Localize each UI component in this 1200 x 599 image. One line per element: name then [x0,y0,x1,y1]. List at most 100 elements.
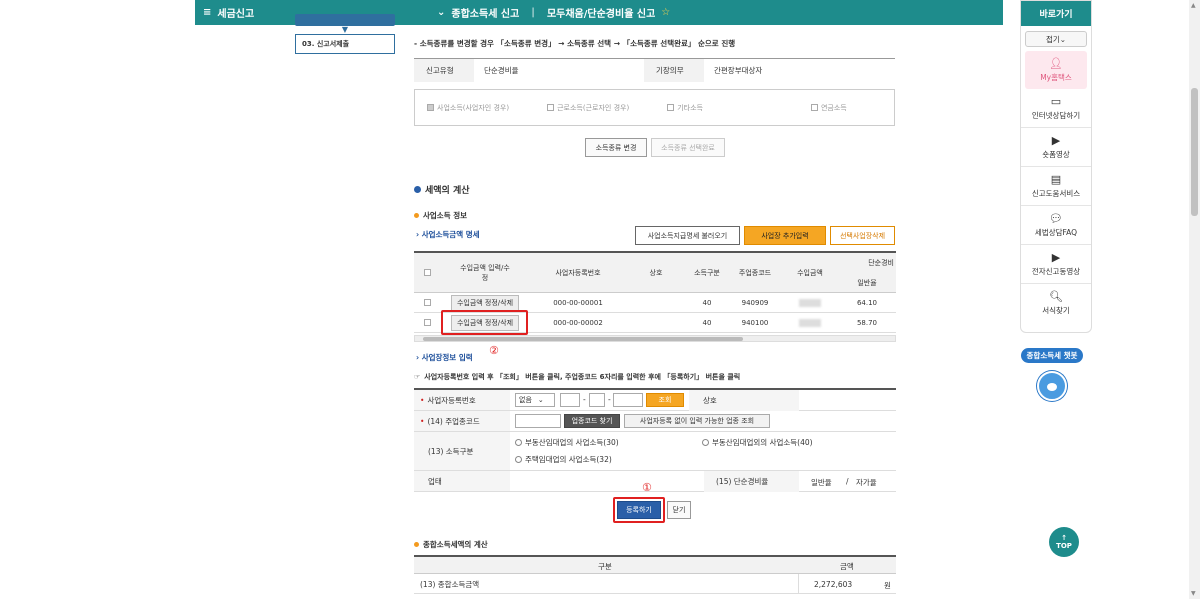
reg-no-part1-input[interactable] [560,393,580,407]
scrollbar-thumb[interactable] [423,337,743,341]
redacted-value [799,298,821,307]
find-industry-code-button[interactable]: 업종코드 찾기 [564,414,620,428]
row-checkbox[interactable] [423,299,431,306]
header-reg-no: 사업자등록번호 [555,268,601,277]
business-name-label: 상호 [689,390,799,411]
header-simple-rate: 단순경비 [868,259,894,267]
quick-link-tax-faq[interactable]: 💬︎ 세법상담FAQ [1021,206,1091,245]
person-icon: 👤︎ [1049,56,1063,70]
lookup-button[interactable]: 조회 [646,393,684,407]
income-change-notice: - 소득종류를 변경할 경우 「소득종류 변경」 → 소득종류 선택 → 「소득… [414,39,736,48]
summary-row-value: 2,272,603 [814,580,853,589]
subtitle-text: 종합소득세액의 계산 [423,540,488,549]
no-registration-industry-button[interactable]: 사업자등록 없이 입력 가능한 업종 조회 [624,414,770,428]
kind-label: (13) 소득구분 [414,432,510,470]
income-type-wage[interactable]: 근로소득(근로자인 경우) [547,103,629,113]
income-type-pension[interactable]: 연금소득 [810,103,847,113]
redacted-value [799,318,821,327]
simple-rate-label: (15) 단순경비율 [704,471,799,492]
header-name: 상호 [649,268,663,277]
kind-option-40[interactable]: 부동산임대업외의 사업소득(40) [702,437,813,448]
quick-link-form-search[interactable]: 🔍︎ 서식찾기 [1021,284,1091,323]
column-divider [798,574,799,594]
biz-info-input-link[interactable]: › 사업장정보 입력 [416,352,473,363]
name-cell [626,293,686,312]
radio-icon [515,456,522,463]
reg-type-select[interactable]: 없음 ⌄ [515,393,555,407]
rate-cell: 64.10 [856,298,878,307]
change-income-type-button[interactable]: 소득종류 변경 [585,138,647,157]
quick-link-my-hometax[interactable]: 👤︎ My홈택스 [1025,51,1087,89]
table-header: 수입금액 입력/수정 사업자등록번호 상호 소득구분 주업종코드 수입금액 단순… [414,253,896,293]
form-row-code: • (14) 주업종코드 업종코드 찾기 사업자등록 없이 입력 가능한 업종 조… [414,411,896,432]
industry-code-input[interactable] [515,414,561,428]
reg-no-part3-input[interactable] [613,393,643,407]
kind-cell: 40 [702,298,712,307]
rate-self-text: 자가율 [856,478,877,487]
radio-label: 부동산임대업외의 사업소득(40) [712,438,813,447]
chevron-down-icon: ⌄ [437,7,446,18]
quick-link-internet-consult[interactable]: ▭ 인터넷상담하기 [1021,89,1091,128]
add-workplace-button[interactable]: 사업장 추가입력 [744,226,826,245]
required-mark: • [420,416,425,426]
checkbox-label: 연금소득 [820,103,847,112]
bookkeeping-label: 기장의무 [644,59,704,82]
radio-icon [702,439,709,446]
instruction-label: 사업자등록번호 입력 후 「조회」 버튼을 클릭, 주업종코드 6자리를 입력한… [424,373,741,381]
summary-header: 구분 금액 [414,557,896,574]
income-type-business[interactable]: 사업소득(사업자인 경우) [427,103,509,113]
dash-separator: - [608,395,611,404]
dash-separator: - [583,395,586,404]
chatbot-mascot-icon [1037,371,1067,401]
checkbox-icon [667,104,675,111]
quick-link-e-filing-video[interactable]: ▶ 전자신고동영상 [1021,245,1091,284]
bookkeeping-value: 간편장부대상자 [714,66,763,75]
laptop-icon: ▭ [1050,94,1062,108]
reg-no-part2-input[interactable] [589,393,605,407]
workplace-input-form: • 사업자등록번호 없음 ⌄ - - 조회 상호 • (14) 주업종코드 업종코드 … [414,388,896,492]
scroll-up-arrow-icon[interactable]: ▲ [1191,2,1196,9]
scrollbar-thumb[interactable] [1191,88,1198,216]
quick-link-label: My홈택스 [1040,72,1072,82]
chatbot-widget[interactable]: 종합소득세 챗봇 [1012,348,1092,401]
close-button[interactable]: 닫기 [667,501,691,519]
checkbox-icon [547,104,555,111]
table-horizontal-scrollbar[interactable] [414,335,896,342]
quick-link-filing-help[interactable]: ▤ 신고도움서비스 [1021,167,1091,206]
load-payment-statement-button[interactable]: 사업소득지급명세 불러오기 [635,226,740,245]
form-row-kind: (13) 소득구분 부동산임대업의 사업소득(30) 부동산임대업외의 사업소득… [414,432,896,471]
select-all-checkbox[interactable] [423,269,431,276]
breadcrumb-item-simple-filing[interactable]: 모두채움/단순경비율 신고 ☆ [535,0,682,25]
star-icon[interactable]: ☆ [661,7,670,18]
down-arrow-icon: ▼ [341,25,349,34]
income-type-other[interactable]: 기타소득 [667,103,703,113]
quick-link-label: 숏폼영상 [1042,149,1070,159]
complete-income-type-button[interactable]: 소득종류 선택완료 [651,138,725,157]
section-title-text: 세액의 계산 [425,186,470,196]
quick-link-shortform[interactable]: ▶ 숏폼영상 [1021,128,1091,167]
scroll-to-top-button[interactable]: ↑ TOP [1049,527,1079,557]
biz-amount-detail-link[interactable]: › 사업소득금액 명세 [416,229,480,240]
chat-icon: 💬︎ [1049,211,1063,225]
chatbot-label: 종합소득세 챗봇 [1020,348,1084,363]
row-checkbox-cell [414,313,440,332]
radio-icon [515,439,522,446]
code-cell: 940909 [741,298,769,307]
header-code: 주업종코드 [738,268,772,277]
breadcrumb-item-income-tax[interactable]: ⌄ 종합소득세 신고 [425,0,531,25]
edit-income-button[interactable]: 수입금액 정정/삭제 [450,294,520,311]
search-icon: 🔍︎ [1049,290,1063,303]
kind-option-32[interactable]: 주택임대업의 사업소득(32) [515,454,612,465]
kind-cell: 40 [702,318,712,327]
kind-option-30[interactable]: 부동산임대업의 사업소득(30) [515,437,619,448]
reg-no-cell: 000-00-00002 [553,318,603,327]
row-checkbox[interactable] [423,319,431,326]
step-marker-2: ② [489,344,499,357]
delete-selected-workplace-button[interactable]: 선택사업장삭제 [830,226,895,245]
fold-label: 접기 [1045,34,1060,44]
step-submit[interactable]: 03. 신고서제출 [295,34,395,54]
fold-button[interactable]: 접기 ⌄ [1025,31,1087,47]
page-vertical-scrollbar[interactable]: ▲ ▼ [1189,0,1200,599]
scroll-down-arrow-icon[interactable]: ▼ [1191,590,1196,597]
rate-cell: 58.70 [856,318,878,327]
